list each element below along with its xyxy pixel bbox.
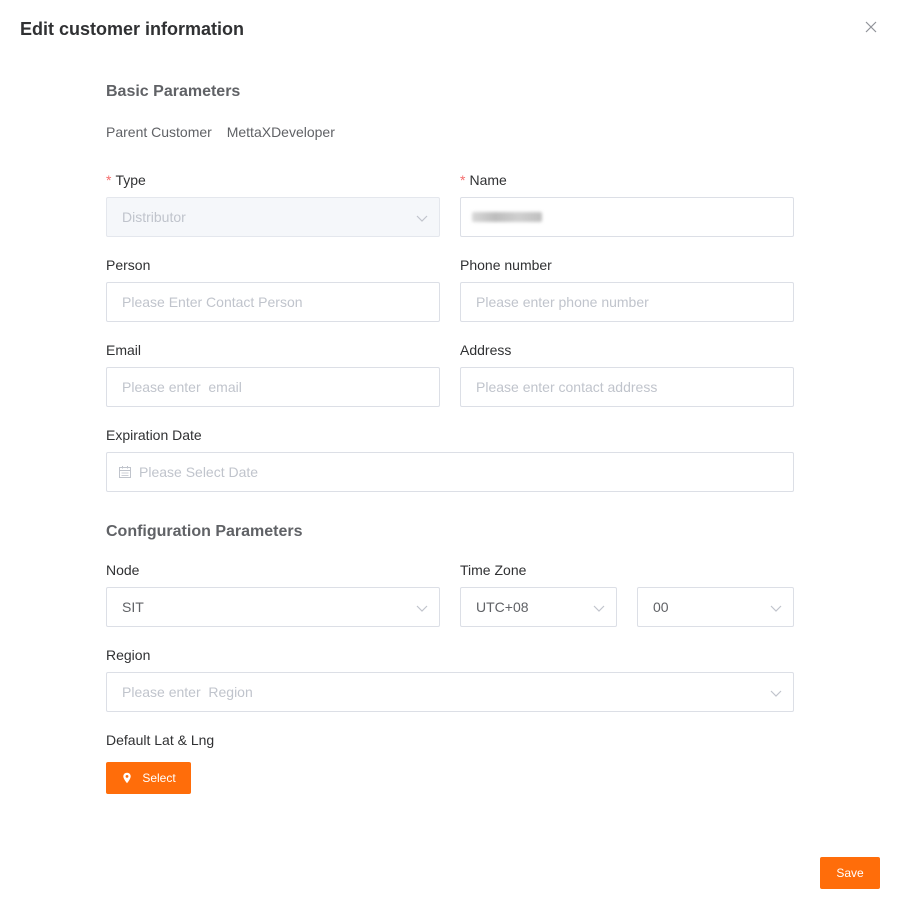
region-select[interactable]: Please enter Region [106,672,794,712]
node-select[interactable]: SIT [106,587,440,627]
name-label: * Name [460,171,507,189]
configuration-parameters-title: Configuration Parameters [106,523,303,540]
node-select-value: SIT [122,599,144,615]
name-input[interactable] [460,197,794,237]
parent-customer-value: MettaXDeveloper [226,124,335,140]
time-zone-label: Time Zone [460,562,527,578]
chevron-down-icon [415,211,429,225]
address-input[interactable]: Please enter contact address [460,367,794,407]
node-label: Node [106,562,140,578]
region-placeholder: Please enter Region [122,684,253,700]
chevron-down-icon [592,601,606,615]
phone-placeholder: Please enter phone number [476,294,649,310]
parent-customer-row: Parent Customer MettaXDeveloper [106,124,335,140]
location-pin-icon [121,772,133,784]
select-location-button-label: Select [142,771,176,785]
basic-parameters-title: Basic Parameters [106,83,241,100]
email-placeholder: Please enter email [122,379,242,395]
person-label: Person [106,257,151,273]
parent-customer-label: Parent Customer [106,124,212,140]
address-placeholder: Please enter contact address [476,379,658,395]
email-input[interactable]: Please enter email [106,367,440,407]
required-mark: * [106,172,112,188]
phone-label: Phone number [460,257,552,273]
close-icon [865,21,877,33]
expiration-date-placeholder: Please Select Date [139,464,259,480]
redacted-name-value [472,212,542,222]
calendar-icon [118,465,132,479]
name-label-text: Name [469,172,507,188]
expiration-date-label: Expiration Date [106,427,202,443]
time-zone-select-value: UTC+08 [476,599,529,615]
person-input[interactable]: Please Enter Contact Person [106,282,440,322]
chevron-down-icon [769,686,783,700]
close-button[interactable] [862,18,880,36]
default-lat-lng-label: Default Lat & Lng [106,732,215,748]
phone-input[interactable]: Please enter phone number [460,282,794,322]
chevron-down-icon [769,601,783,615]
type-label: * Type [106,171,146,189]
time-zone-minutes-value: 00 [653,599,669,615]
chevron-down-icon [415,601,429,615]
region-label: Region [106,647,151,663]
expiration-date-picker[interactable]: Please Select Date [106,452,794,492]
type-select-value: Distributor [122,209,186,225]
person-placeholder: Please Enter Contact Person [122,294,303,310]
select-location-button[interactable]: Select [106,762,191,794]
type-label-text: Type [115,172,146,188]
save-button-label: Save [836,866,864,880]
address-label: Address [460,342,512,358]
save-button[interactable]: Save [820,857,880,889]
type-select[interactable]: Distributor [106,197,440,237]
time-zone-select[interactable]: UTC+08 [460,587,617,627]
dialog-title: Edit customer information [20,19,245,39]
required-mark: * [460,172,466,188]
email-label: Email [106,342,142,358]
time-zone-minutes-select[interactable]: 00 [637,587,794,627]
